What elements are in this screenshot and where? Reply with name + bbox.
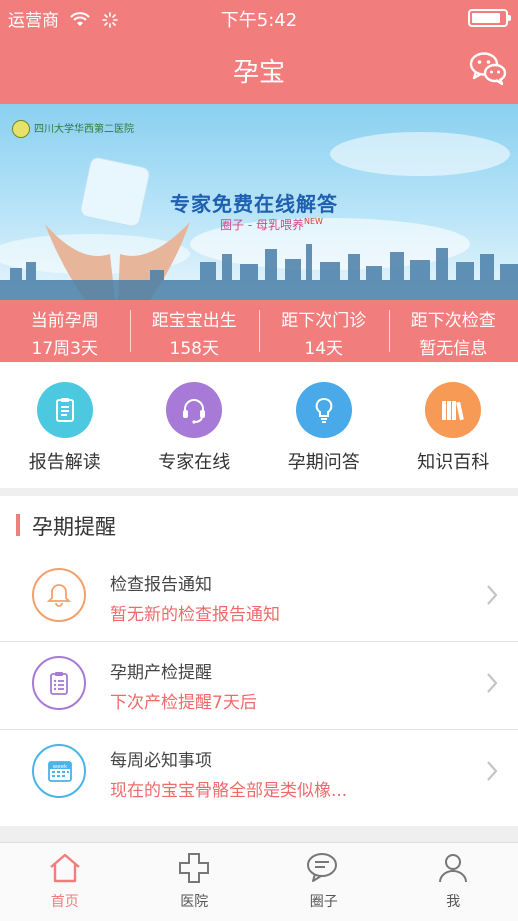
user-icon xyxy=(435,851,471,885)
new-badge: NEW xyxy=(304,217,323,226)
books-icon xyxy=(425,382,481,438)
section-accent-bar xyxy=(16,514,20,536)
status-time: 下午5:42 xyxy=(0,6,518,32)
tab-home[interactable]: 首页 xyxy=(0,843,130,921)
section-header: 孕期提醒 xyxy=(0,496,518,554)
stat-value: 158天 xyxy=(130,334,260,359)
reminder-weekly-tips[interactable]: week 每周必知事项 现在的宝宝骨骼全部是类似橡... xyxy=(0,730,518,818)
battery-icon xyxy=(468,9,508,27)
tab-bar: 首页 医院 圈子 我 xyxy=(0,842,518,921)
tab-circle[interactable]: 圈子 xyxy=(259,843,389,921)
tab-hospital[interactable]: 医院 xyxy=(130,843,260,921)
checklist-icon xyxy=(32,656,86,710)
headset-icon xyxy=(166,382,222,438)
clipboard-icon xyxy=(37,382,93,438)
reminder-title: 检查报告通知 xyxy=(110,570,212,595)
tab-label: 我 xyxy=(389,891,518,911)
reminder-title: 孕期产检提醒 xyxy=(110,658,212,683)
cross-icon xyxy=(176,851,212,885)
tab-label: 圈子 xyxy=(259,891,389,911)
hospital-name: 四川大学华西第二医院 xyxy=(12,120,134,138)
tab-label: 医院 xyxy=(130,891,260,911)
stat-value: 17周3天 xyxy=(0,334,130,359)
stat-next-checkup: 距下次检查 暂无信息 xyxy=(389,300,518,362)
reminder-title: 每周必知事项 xyxy=(110,746,212,771)
quick-knowledge[interactable]: 知识百科 xyxy=(389,362,518,488)
status-bar: 运营商 下午5:42 xyxy=(0,0,518,34)
reminder-subtitle: 暂无新的检查报告通知 xyxy=(110,600,280,625)
stat-next-visit: 距下次门诊 14天 xyxy=(259,300,389,362)
wechat-icon[interactable] xyxy=(468,48,508,88)
section-title: 孕期提醒 xyxy=(32,511,116,541)
stat-label: 当前孕周 xyxy=(0,306,130,331)
reminder-prenatal-checkup[interactable]: 孕期产检提醒 下次产检提醒7天后 xyxy=(0,642,518,730)
chevron-right-icon xyxy=(486,760,498,782)
banner-subtitle: 圈子 - 母乳喂养NEW xyxy=(220,216,323,233)
home-icon xyxy=(47,851,83,885)
pregnancy-stats: 当前孕周 17周3天 距宝宝出生 158天 距下次门诊 14天 距下次检查 暂无… xyxy=(0,300,518,362)
stat-value: 14天 xyxy=(259,334,389,359)
nav-bar: 孕宝 xyxy=(0,34,518,104)
calendar-icon: week xyxy=(32,744,86,798)
stat-label: 距下次门诊 xyxy=(259,306,389,331)
stat-label: 距下次检查 xyxy=(389,306,518,331)
chevron-right-icon xyxy=(486,672,498,694)
quick-actions: 报告解读 专家在线 孕期问答 知识百科 xyxy=(0,362,518,488)
pregnancy-reminders: 孕期提醒 检查报告通知 暂无新的检查报告通知 孕期产检提醒 下次产检提醒7天后 … xyxy=(0,496,518,826)
quick-label: 孕期问答 xyxy=(259,448,389,474)
quick-label: 专家在线 xyxy=(130,448,260,474)
quick-label: 知识百科 xyxy=(389,448,518,474)
stat-label: 距宝宝出生 xyxy=(130,306,260,331)
chat-icon xyxy=(305,851,343,885)
quick-report-reading[interactable]: 报告解读 xyxy=(0,362,130,488)
tab-label: 首页 xyxy=(0,891,130,911)
lightbulb-icon xyxy=(296,382,352,438)
reminder-subtitle: 现在的宝宝骨骼全部是类似橡... xyxy=(110,776,347,801)
hospital-logo-icon xyxy=(12,120,30,138)
quick-label: 报告解读 xyxy=(0,448,130,474)
quick-expert-online[interactable]: 专家在线 xyxy=(130,362,260,488)
stat-current-week: 当前孕周 17周3天 xyxy=(0,300,130,362)
promo-banner[interactable]: 四川大学华西第二医院 专家免费在线解答 圈子 - 母乳喂养NEW xyxy=(0,104,518,300)
reminder-report-notice[interactable]: 检查报告通知 暂无新的检查报告通知 xyxy=(0,554,518,642)
banner-headline: 专家免费在线解答 xyxy=(170,188,338,217)
stat-value: 暂无信息 xyxy=(389,334,518,359)
quick-pregnancy-qa[interactable]: 孕期问答 xyxy=(259,362,389,488)
calendar-week-label: week xyxy=(53,764,68,770)
stat-days-to-birth: 距宝宝出生 158天 xyxy=(130,300,260,362)
reminder-subtitle: 下次产检提醒7天后 xyxy=(110,688,257,713)
chevron-right-icon xyxy=(486,584,498,606)
tab-me[interactable]: 我 xyxy=(389,843,518,921)
bell-icon xyxy=(32,568,86,622)
page-title: 孕宝 xyxy=(0,52,518,89)
